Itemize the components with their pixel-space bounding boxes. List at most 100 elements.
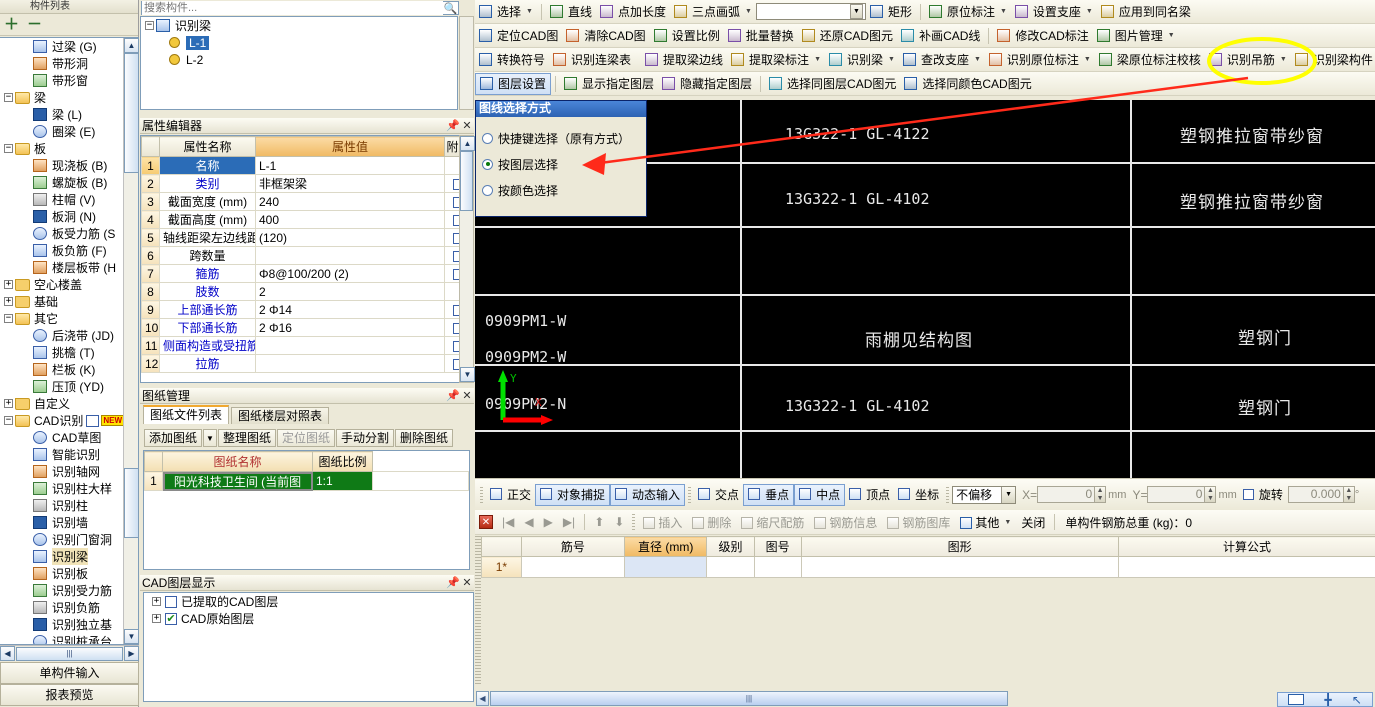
toolbar-convert-symbol-icon[interactable]: 转换符号: [475, 49, 549, 71]
ribbon-row-beam-recognition[interactable]: 转换符号 识别连梁表 提取梁边线 提取梁标注 ▼ 识别梁 ▼ 查改支座 ▼ 识别原位标注 ▼ 梁原位标…: [475, 48, 1375, 72]
cad-layer-node[interactable]: + ✔ CAD原始图层: [144, 610, 473, 627]
rebar-header-4[interactable]: 图号: [753, 536, 802, 557]
property-row[interactable]: 3 截面宽度 (mm) 240: [141, 192, 473, 211]
toolbar-edit-cad-annotation-icon[interactable]: 修改CAD标注: [993, 25, 1092, 47]
drawing-tab-1[interactable]: 图纸楼层对照表: [231, 407, 330, 424]
move-down-icon[interactable]: ⬇: [609, 511, 629, 533]
rebar-cell[interactable]: [520, 556, 625, 578]
toolbar-set-scale-icon[interactable]: 设置比例: [650, 25, 724, 47]
search-icon[interactable]: 🔍: [443, 2, 458, 15]
member-tree-item[interactable]: L-1: [141, 34, 457, 51]
close-icon[interactable]: ✕: [460, 576, 474, 589]
toolbar-recognize-in-situ-icon[interactable]: 识别原位标注 ▼: [985, 49, 1095, 71]
status-coordinate-icon[interactable]: 坐标: [894, 484, 943, 506]
chevron-down-icon[interactable]: ▼: [1004, 519, 1011, 526]
status-midpoint-icon[interactable]: 中点: [794, 483, 846, 506]
drawing-header-0[interactable]: [144, 451, 163, 472]
status-orthogonal-icon[interactable]: 正交: [486, 484, 535, 506]
property-value[interactable]: [255, 246, 445, 265]
tree-item-strip-hole-icon[interactable]: 带形洞: [0, 55, 124, 72]
property-row[interactable]: 5 轴线距梁左边线距 (120): [141, 228, 473, 247]
property-value[interactable]: 2: [255, 282, 445, 301]
rebar-header-1[interactable]: 筋号: [520, 536, 625, 557]
component-category-tree[interactable]: 过梁 (G) 带形洞 带形窗 − 梁梁 (L) 圈梁 (E) − 板现浇板 (B) 螺旋板 (B…: [0, 37, 139, 645]
chevron-down-icon[interactable]: ▼: [849, 4, 863, 19]
close-icon[interactable]: ✕: [460, 389, 474, 402]
rebar-rebar-library-icon[interactable]: 钢筋图库: [882, 511, 955, 533]
close-rebar-panel-button[interactable]: ✕: [479, 515, 493, 529]
property-value[interactable]: 非框架梁: [255, 174, 445, 193]
property-value[interactable]: (120): [255, 228, 445, 247]
expand-icon[interactable]: +: [152, 597, 161, 606]
property-row[interactable]: 8 肢数 2: [141, 282, 473, 301]
radio-button[interactable]: [482, 158, 493, 170]
drawing-list-box[interactable]: 图纸名称 图纸比例 1 阳光科技卫生间 (当前图 1:1: [143, 450, 470, 570]
chevron-down-icon[interactable]: ▼: [745, 8, 752, 15]
rebar-other-icon[interactable]: 其他 ▼: [955, 511, 1016, 533]
cad-status-bar[interactable]: 正交 对象捕捉 动态输入 交点 垂点 中点 顶点 坐标 不偏移 ▼ X= 0 ▲ ▼ mm Y=…: [475, 478, 1375, 510]
property-row[interactable]: 7 箍筋 Φ8@100/200 (2): [141, 264, 473, 283]
drawing-tab-0[interactable]: 图纸文件列表: [143, 405, 230, 424]
toolbar-line-icon[interactable]: 直线: [546, 1, 596, 23]
radio-button[interactable]: [482, 132, 493, 144]
toolbar-check-support-icon[interactable]: 查改支座 ▼: [899, 49, 985, 71]
collapse-icon[interactable]: −: [4, 144, 13, 153]
property-row[interactable]: 4 截面高度 (mm) 400: [141, 210, 473, 229]
tree-item-folder-icon[interactable]: + 自定义: [0, 395, 124, 412]
collapse-icon[interactable]: −: [4, 314, 13, 323]
tree-item-recognize-pile-cap-icon[interactable]: 识别桩承台: [0, 633, 124, 644]
property-grid-scrollbar[interactable]: ▲ ▼: [459, 135, 475, 383]
toolbar-image-manager-icon[interactable]: 图片管理 ▼: [1093, 25, 1179, 47]
member-tree-item[interactable]: L-2: [141, 51, 457, 68]
property-value[interactable]: [255, 354, 445, 373]
line-selection-mode-dialog[interactable]: 图线选择方式 快捷键选择（原有方式） 按图层选择 按颜色选择: [475, 100, 647, 217]
toolbar-set-support-icon[interactable]: 设置支座 ▼: [1011, 1, 1097, 23]
tree-item-coping-icon[interactable]: 压顶 (YD): [0, 378, 124, 395]
property-row[interactable]: 1 名称 L-1: [141, 156, 473, 175]
single-member-input-button[interactable]: 单构件输入: [0, 662, 139, 684]
drawing-manager-tabs[interactable]: 图纸文件列表 图纸楼层对照表: [140, 405, 474, 424]
chevron-down-icon[interactable]: ▼: [1084, 56, 1091, 63]
close-icon[interactable]: ✕: [460, 119, 474, 132]
toolbar-recognize-beam-member-icon[interactable]: 识别梁构件: [1291, 49, 1375, 71]
tree-item-slab-neg-rebar-icon[interactable]: 板负筋 (F): [0, 242, 124, 259]
chevron-down-icon[interactable]: ▼: [1086, 8, 1093, 15]
toolbar-show-layer-icon[interactable]: 显示指定图层: [560, 73, 658, 95]
property-row[interactable]: 10 下部通长筋 2 Φ16: [141, 318, 473, 337]
pointer-icon[interactable]: ↖: [1352, 693, 1362, 706]
property-editor-grid-box[interactable]: 属性名称属性值附加 1名称L-12类别非框架梁3截面宽度 (mm)2404截面高…: [140, 135, 474, 383]
property-value[interactable]: 400: [255, 210, 445, 229]
chevron-down-icon[interactable]: ▼: [1000, 8, 1007, 15]
pin-icon[interactable]: 📌: [446, 389, 460, 402]
search-member-row[interactable]: 🔍: [141, 1, 459, 15]
property-row[interactable]: 2 类别 非框架梁: [141, 174, 473, 193]
toolbar-batch-replace-icon[interactable]: 批量替换: [724, 25, 798, 47]
tree-item-recognize-neg-rebar-icon[interactable]: 识别负筋: [0, 599, 124, 616]
prop-scroll-up-button[interactable]: ▲: [460, 136, 475, 151]
rebar-scaled-rebar-icon[interactable]: 缩尺配筋: [736, 511, 809, 533]
tree-item-slab-icon[interactable]: 现浇板 (B): [0, 157, 124, 174]
toolbar-point-length-icon[interactable]: 点加长度: [596, 1, 670, 23]
rotate-spinner[interactable]: ▲ ▼: [1343, 486, 1355, 503]
rotate-input[interactable]: 0.000: [1287, 486, 1344, 503]
y-offset-input[interactable]: 0: [1147, 486, 1206, 503]
property-value[interactable]: 240: [255, 192, 445, 211]
status-vertex-icon[interactable]: 顶点: [845, 484, 894, 506]
tree-vertical-scrollbar[interactable]: ▲ ▼: [123, 38, 138, 644]
tree-item-recognize-column-detail-icon[interactable]: 识别柱大样: [0, 480, 124, 497]
tree-item-folder-open-icon[interactable]: − 板: [0, 140, 124, 157]
bottom-scroll-thumb[interactable]: |||: [490, 691, 1008, 706]
status-object-snap-icon[interactable]: 对象捕捉: [535, 483, 611, 506]
member-tree-scrollbar[interactable]: [459, 16, 474, 110]
property-header-1[interactable]: 属性名称: [159, 136, 256, 157]
move-up-icon[interactable]: ⬆: [589, 511, 609, 533]
ribbon-row-draw-tools[interactable]: 选择 ▼ 直线 点加长度 三点画弧 ▼ ▼ 矩形 原位标注 ▼ 设置支座 ▼ 应用到同名梁: [475, 0, 1375, 24]
next-record-icon[interactable]: ▶: [539, 511, 558, 533]
toolbar-recognize-beam-icon[interactable]: 识别梁 ▼: [825, 49, 899, 71]
property-header-0[interactable]: [141, 136, 160, 157]
prop-scroll-thumb[interactable]: [460, 151, 473, 211]
x-spinner[interactable]: ▲ ▼: [1095, 486, 1107, 503]
expand-icon[interactable]: +: [4, 280, 13, 289]
rebar-button[interactable]: 关闭: [1016, 511, 1050, 533]
tree-item-recognize-footing-icon[interactable]: 识别独立基: [0, 616, 124, 633]
